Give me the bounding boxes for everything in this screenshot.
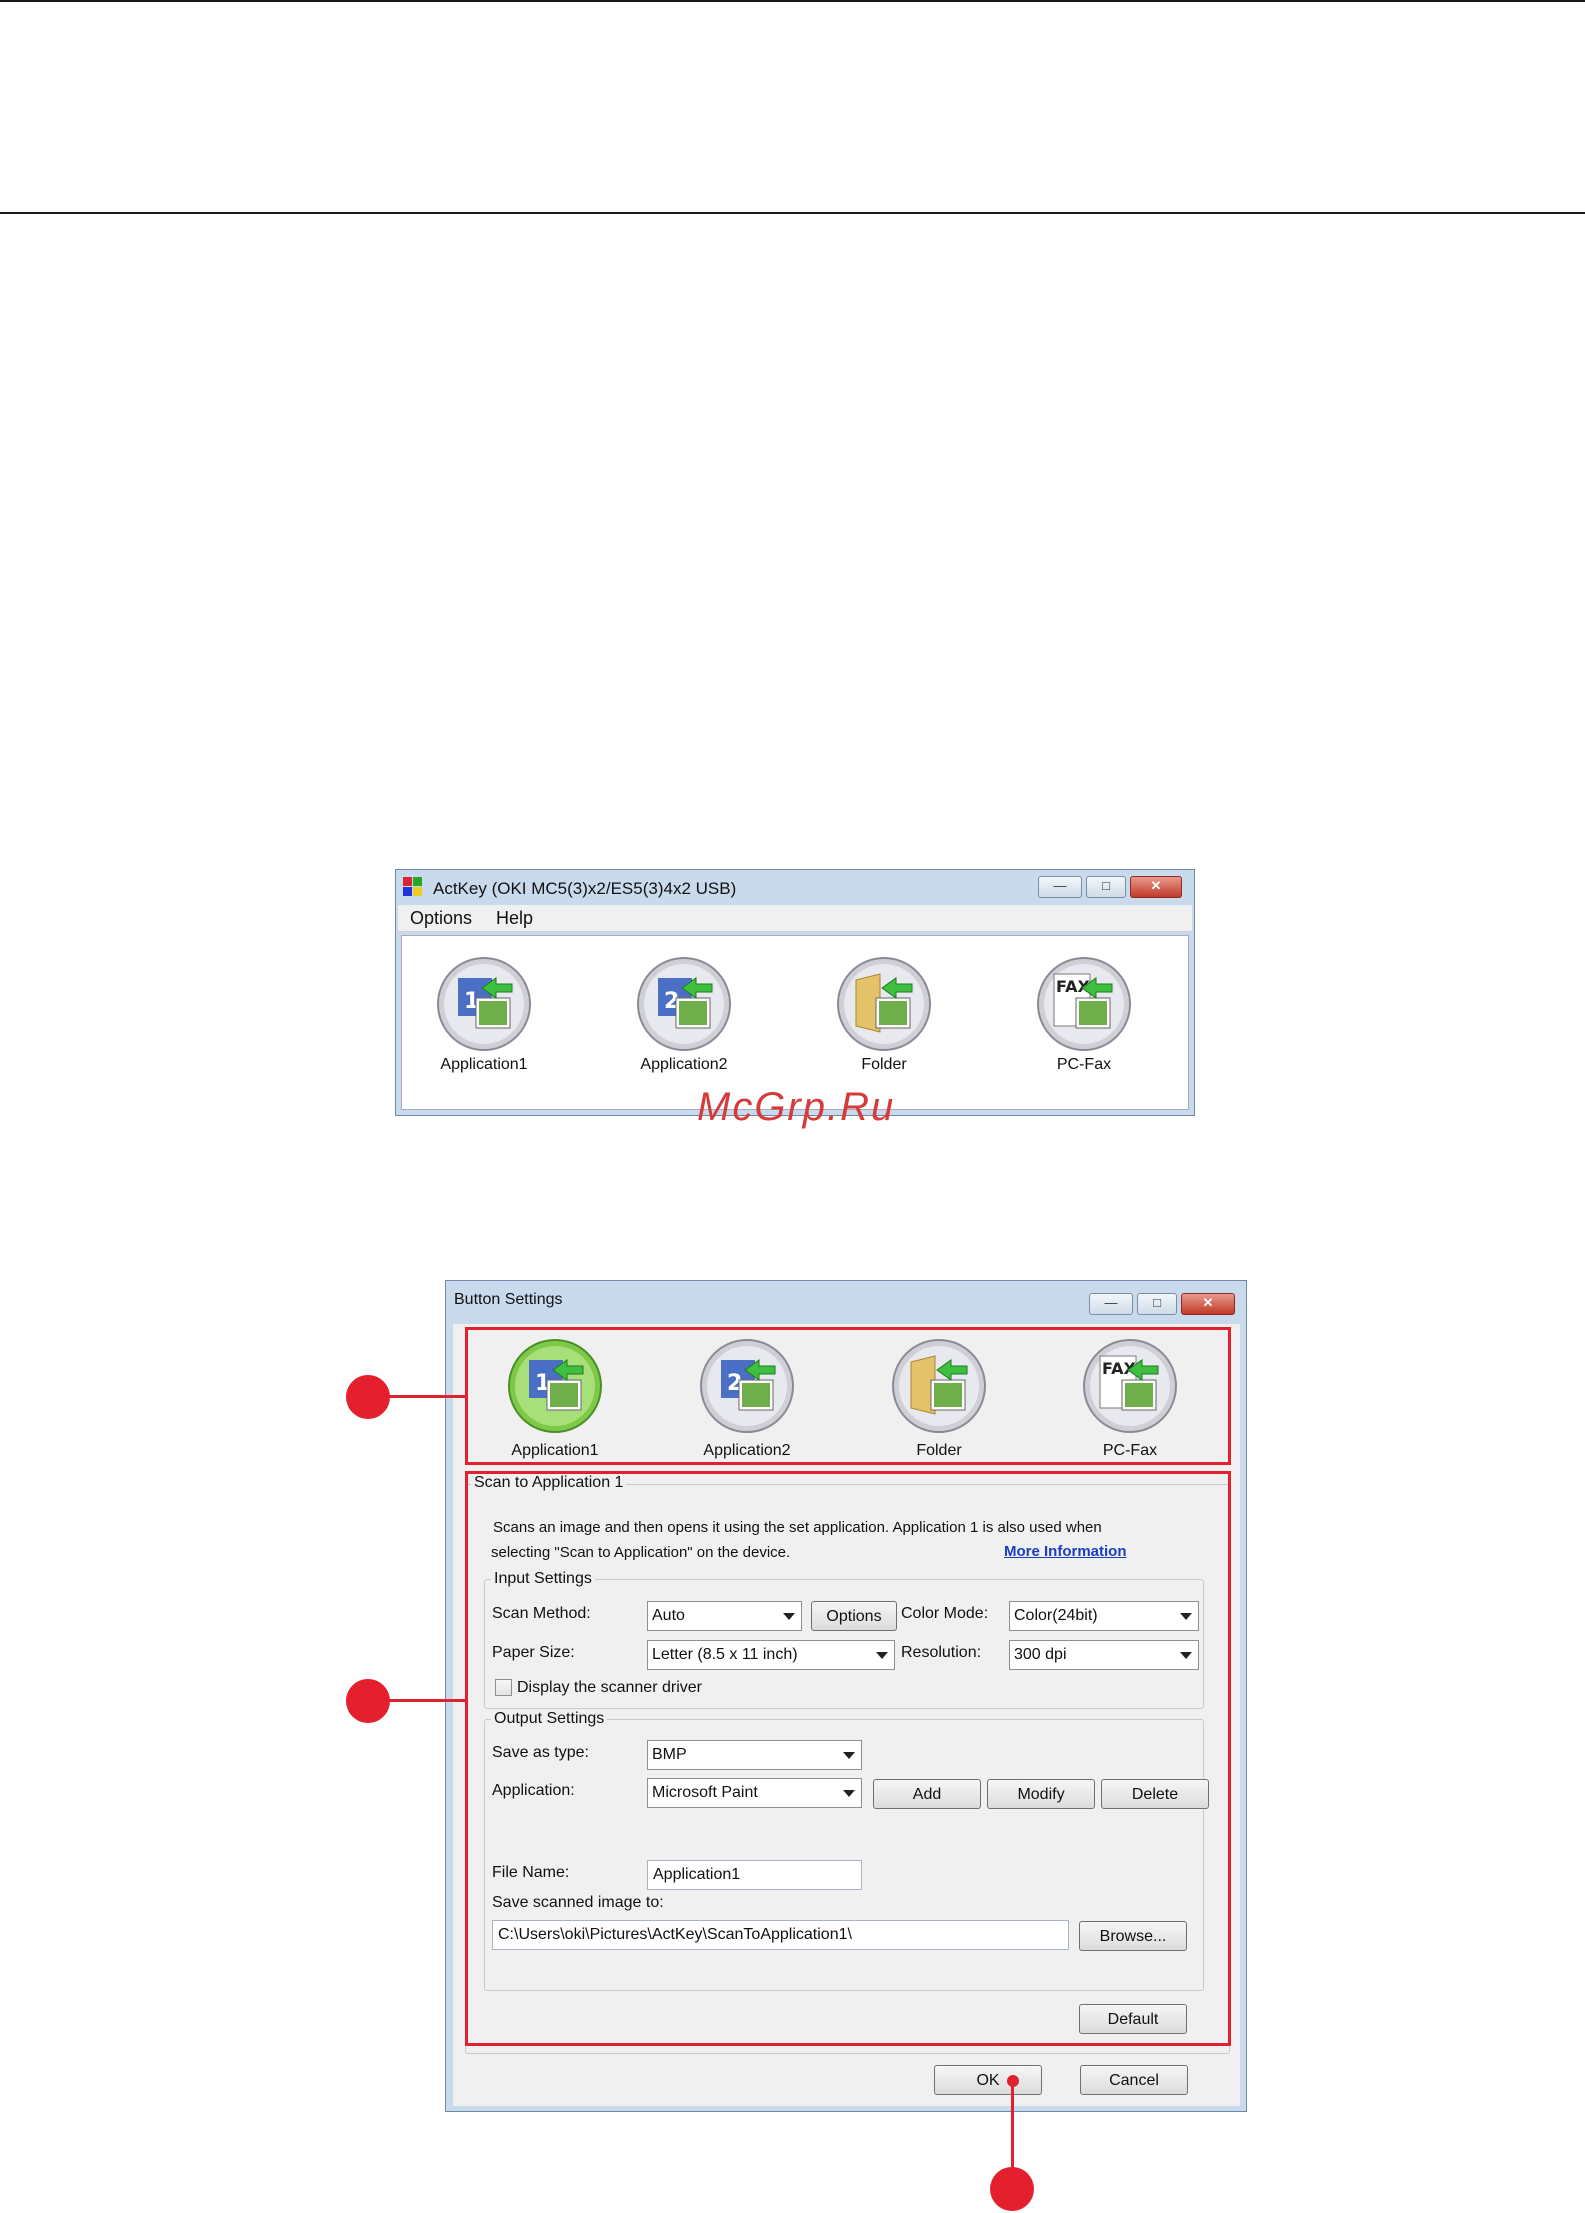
header-rule	[0, 212, 1585, 214]
actkey-window: ActKey (OKI MC5(3)x2/ES5(3)4x2 USB) — □ …	[395, 869, 1195, 1116]
ok-button[interactable]: OK	[934, 2065, 1042, 2095]
application1-scan-icon: 1	[437, 957, 531, 1051]
folder-scan-icon	[837, 957, 931, 1051]
callout-line-1	[388, 1395, 466, 1398]
actkey-application1-button[interactable]: 1	[436, 956, 532, 1052]
close-button[interactable]: ✕	[1130, 876, 1182, 898]
callout-line-3	[1011, 2081, 1014, 2171]
cancel-button-label: Cancel	[1109, 2072, 1159, 2089]
actkey-application1-label: Application1	[440, 1056, 528, 1073]
close-icon: ✕	[1150, 878, 1162, 893]
menu-help[interactable]: Help	[496, 908, 533, 929]
actkey-pcfax-button[interactable]: FAX	[1036, 956, 1132, 1052]
callout-marker-2	[346, 1679, 390, 1723]
actkey-pcfax-label: PC-Fax	[1056, 1056, 1112, 1073]
pc-fax-scan-icon: FAX	[1037, 957, 1131, 1051]
actkey-application2-label: Application2	[640, 1056, 728, 1073]
actkey-button-area: 1 Application1 2 Application2 Folder FAX…	[401, 935, 1189, 1110]
close-icon: ✕	[1202, 1295, 1214, 1310]
settings-maximize-button[interactable]: □	[1137, 1293, 1177, 1315]
minimize-icon: —	[1104, 1295, 1118, 1310]
actkey-app-icon	[403, 877, 423, 897]
actkey-title: ActKey (OKI MC5(3)x2/ES5(3)4x2 USB)	[433, 879, 737, 898]
maximize-button[interactable]: □	[1086, 876, 1126, 898]
watermark: McGrp.Ru	[697, 1085, 896, 1129]
callout-line-2	[388, 1699, 466, 1702]
menu-bar: Options Help	[398, 905, 1192, 932]
settings-title: Button Settings	[454, 1291, 563, 1308]
maximize-icon: □	[1102, 878, 1110, 893]
cancel-button[interactable]: Cancel	[1080, 2065, 1188, 2095]
callout-marker-3	[990, 2167, 1034, 2211]
minimize-icon: —	[1053, 878, 1067, 893]
top-rule	[0, 0, 1585, 2]
actkey-folder-button[interactable]	[836, 956, 932, 1052]
settings-close-button[interactable]: ✕	[1181, 1293, 1235, 1315]
actkey-folder-label: Folder	[861, 1056, 907, 1073]
callout-box-settings	[465, 1471, 1231, 2046]
minimize-button[interactable]: —	[1038, 876, 1082, 898]
maximize-icon: □	[1153, 1295, 1161, 1310]
application2-scan-icon: 2	[637, 957, 731, 1051]
callout-marker-1	[346, 1375, 390, 1419]
ok-button-label: OK	[976, 2072, 1000, 2089]
menu-options[interactable]: Options	[410, 908, 472, 929]
callout-box-buttons	[465, 1327, 1231, 1465]
settings-minimize-button[interactable]: —	[1089, 1293, 1133, 1315]
actkey-application2-button[interactable]: 2	[636, 956, 732, 1052]
